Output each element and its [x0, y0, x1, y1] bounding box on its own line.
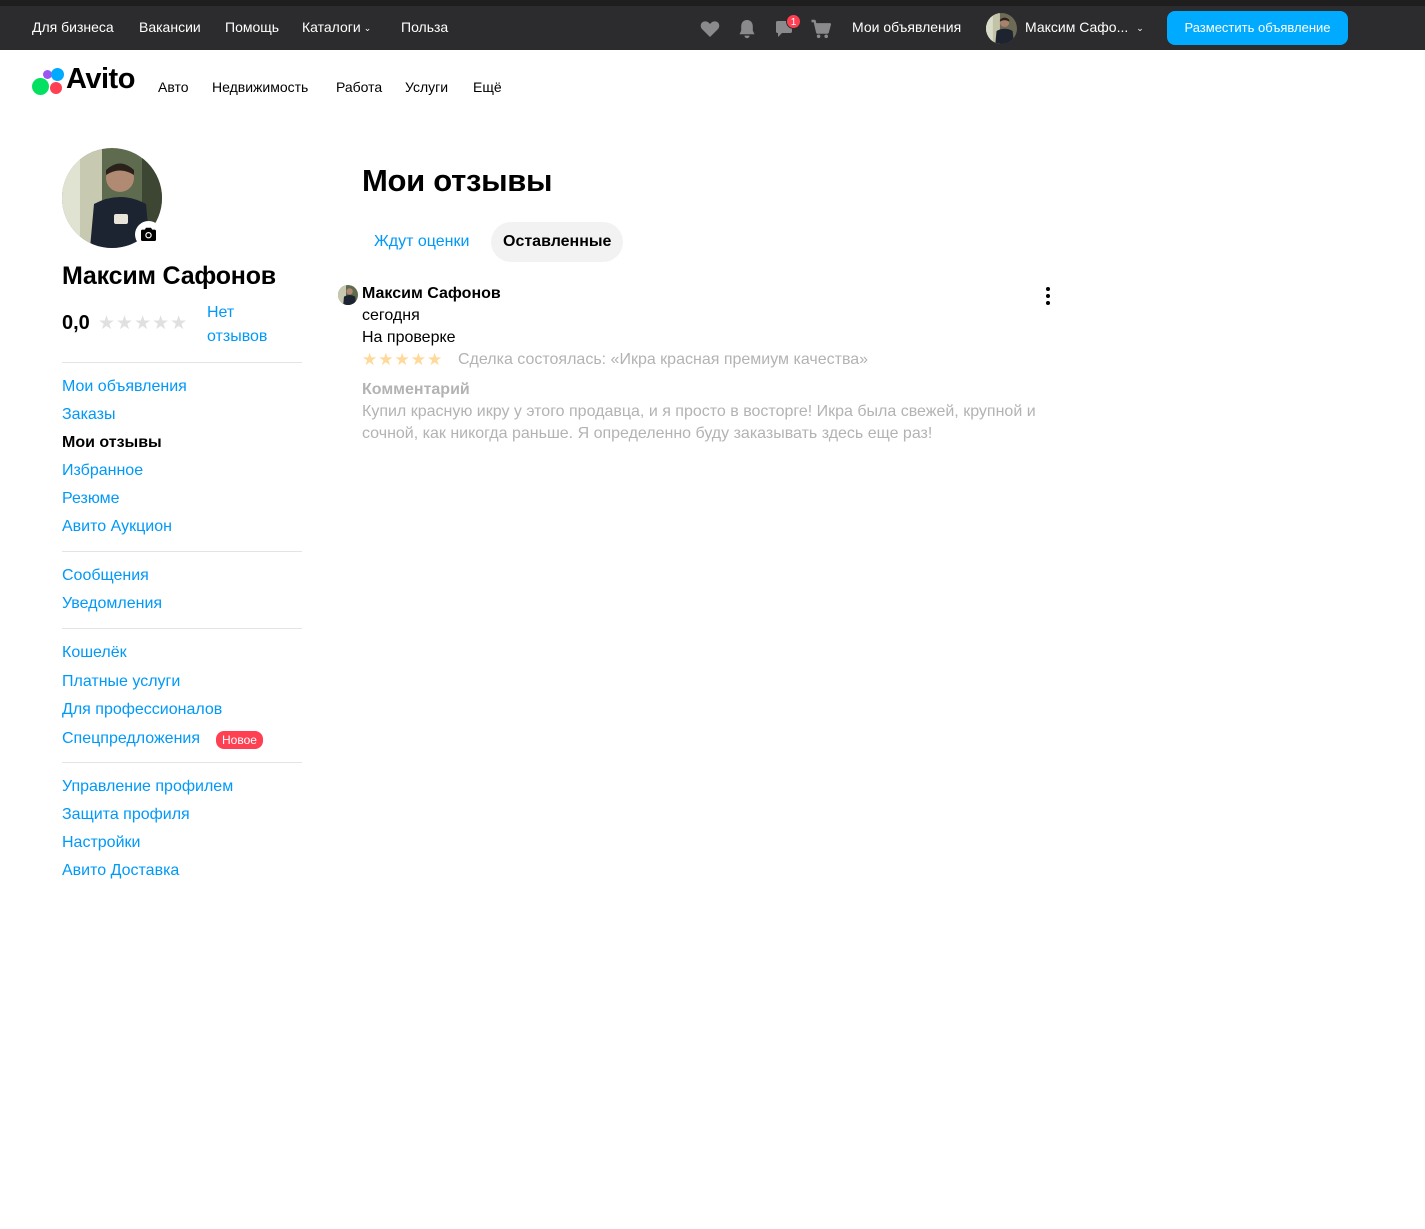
- new-badge: Новое: [216, 731, 263, 749]
- nav-catalogs-label: Каталоги: [302, 19, 361, 35]
- sidebar-item-messages[interactable]: Сообщения: [62, 567, 149, 585]
- no-reviews-link[interactable]: Нет отзывов: [207, 301, 287, 349]
- category-services[interactable]: Услуги: [405, 79, 448, 95]
- category-auto[interactable]: Авто: [158, 79, 189, 95]
- messages-count-badge: 1: [786, 14, 801, 29]
- nav-benefit[interactable]: Польза: [401, 19, 448, 35]
- nav-catalogs[interactable]: Каталоги ⌄: [302, 19, 371, 35]
- bell-icon[interactable]: [736, 18, 758, 40]
- review-stars-icon: ★★★★★: [362, 350, 444, 369]
- review-author[interactable]: Максим Сафонов: [362, 285, 501, 303]
- more-options-icon[interactable]: [1040, 287, 1056, 305]
- category-realty[interactable]: Недвижимость: [212, 79, 308, 95]
- review-comment-label: Комментарий: [362, 381, 470, 398]
- review-date: сегодня: [362, 307, 420, 324]
- user-menu[interactable]: Максим Сафо... ⌄: [1025, 19, 1144, 35]
- sidebar-item-favorites[interactable]: Избранное: [62, 462, 143, 480]
- my-ads-link[interactable]: Мои объявления: [852, 19, 961, 35]
- sidebar-item-special-offers[interactable]: Спецпредложения: [62, 730, 200, 748]
- sidebar-item-paid-services[interactable]: Платные услуги: [62, 673, 180, 691]
- rating-value: 0,0: [62, 312, 90, 334]
- sidebar-divider: [62, 362, 302, 363]
- chevron-down-icon: ⌄: [363, 23, 372, 33]
- nav-help[interactable]: Помощь: [225, 19, 279, 35]
- sidebar-item-delivery[interactable]: Авито Доставка: [62, 862, 179, 880]
- review-deal-info: Сделка состоялась: «Икра красная премиум…: [458, 351, 869, 368]
- avatar[interactable]: [338, 285, 358, 305]
- sidebar-item-orders[interactable]: Заказы: [62, 406, 115, 424]
- sidebar-item-profile-management[interactable]: Управление профилем: [62, 778, 233, 796]
- sidebar-item-my-ads[interactable]: Мои объявления: [62, 378, 187, 396]
- nav-vacancies[interactable]: Вакансии: [139, 19, 201, 35]
- avito-logo[interactable]: Avito: [32, 63, 144, 100]
- sidebar-divider: [62, 628, 302, 629]
- sidebar-item-resume[interactable]: Резюме: [62, 490, 120, 508]
- sidebar-divider: [62, 551, 302, 552]
- tab-awaiting-rating[interactable]: Ждут оценки: [362, 222, 481, 262]
- review-status: На проверке: [362, 329, 456, 346]
- profile-name: Максим Сафонов: [62, 262, 276, 290]
- camera-icon[interactable]: [135, 221, 162, 248]
- sidebar-item-profile-protection[interactable]: Защита профиля: [62, 806, 190, 824]
- logo-wordmark: Avito: [66, 63, 135, 95]
- top-bar: Для бизнеса Вакансии Помощь Каталоги ⌄ По…: [0, 0, 1425, 50]
- rating-stars-icon: ★★★★★: [98, 313, 189, 334]
- sidebar-item-wallet[interactable]: Кошелёк: [62, 644, 127, 662]
- category-jobs[interactable]: Работа: [336, 79, 382, 95]
- user-name-label: Максим Сафо...: [1025, 19, 1129, 35]
- logo-dots-icon: [32, 68, 64, 98]
- page-title: Мои отзывы: [362, 163, 553, 198]
- post-ad-button[interactable]: Разместить объявление: [1167, 11, 1348, 45]
- avatar[interactable]: [986, 13, 1017, 44]
- heart-icon[interactable]: [699, 18, 721, 40]
- cart-icon[interactable]: [810, 18, 832, 40]
- sidebar-item-auction[interactable]: Авито Аукцион: [62, 518, 172, 536]
- sidebar-item-settings[interactable]: Настройки: [62, 834, 140, 852]
- sidebar-item-notifications[interactable]: Уведомления: [62, 595, 162, 613]
- tab-left-reviews[interactable]: Оставленные: [491, 222, 624, 262]
- sidebar-item-my-reviews[interactable]: Мои отзывы: [62, 434, 162, 452]
- nav-for-business[interactable]: Для бизнеса: [32, 19, 114, 35]
- review-comment-text: Купил красную икру у этого продавца, и я…: [362, 403, 1036, 442]
- sidebar-divider: [62, 762, 302, 763]
- category-more[interactable]: Ещё: [473, 79, 502, 95]
- sidebar-item-for-pros[interactable]: Для профессионалов: [62, 701, 222, 719]
- chevron-down-icon: ⌄: [1136, 23, 1144, 33]
